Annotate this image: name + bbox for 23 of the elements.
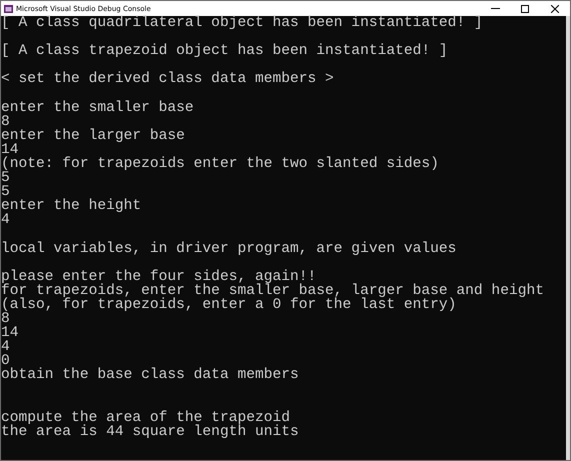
- console-line: 0: [1, 353, 10, 370]
- console-line: 4: [1, 339, 10, 356]
- console-line: enter the height: [1, 198, 142, 214]
- console-line: 8: [1, 114, 10, 130]
- console-app-icon: [4, 4, 13, 12]
- minimize-icon: [490, 8, 500, 9]
- console-line: local variables, in driver program, are given values: [1, 240, 456, 256]
- close-icon: [551, 4, 559, 12]
- console-line: the area is 44 square length units: [1, 424, 299, 440]
- console-line: 14: [1, 325, 19, 342]
- console-line: obtain the base class data members: [1, 367, 299, 384]
- console-line: enter the larger base: [1, 128, 185, 144]
- console-line: < set the derived class data members >: [1, 71, 334, 88]
- maximize-icon: [521, 4, 529, 12]
- console-line: 5: [1, 170, 10, 186]
- console-line: [ A class quadrilateral object has been instantiated! ]: [1, 15, 483, 31]
- console-line: 8: [1, 310, 10, 327]
- console-line: [ A class trapezoid object has been instantiated! ]: [1, 43, 448, 60]
- console-line: (note: for trapezoids enter the two slanted sides): [1, 156, 439, 172]
- console-line: enter the smaller base: [1, 100, 194, 116]
- console-line: 4: [1, 212, 10, 228]
- console-line: 5: [1, 184, 10, 200]
- console-line: (also, for trapezoids, enter a 0 for the last entry): [1, 296, 456, 313]
